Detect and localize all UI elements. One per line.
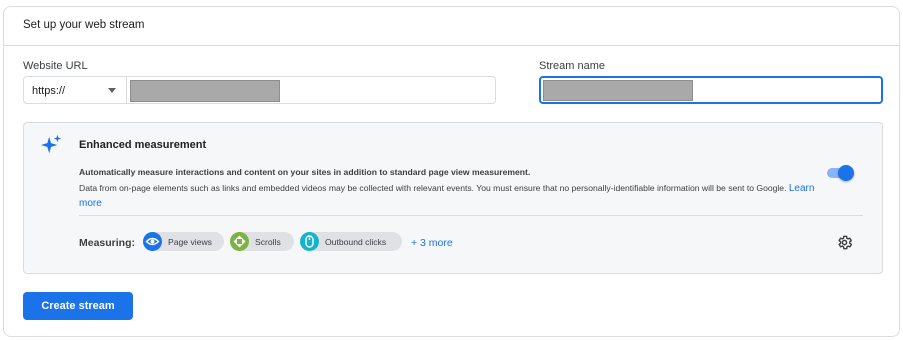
website-url-label: Website URL: [23, 60, 88, 72]
stream-name-value-redacted: [543, 80, 693, 101]
protocol-select[interactable]: https://: [24, 77, 127, 103]
chip-label: Outbound clicks: [325, 237, 387, 247]
card-header: Set up your web stream: [4, 7, 899, 46]
chip-page-views[interactable]: Page views: [143, 232, 224, 251]
eye-icon: [143, 232, 162, 251]
chip-label: Scrolls: [255, 237, 281, 247]
enhanced-measurement-toggle[interactable]: [825, 165, 854, 181]
measuring-label: Measuring:: [79, 237, 136, 249]
enhanced-measurement-panel: Enhanced measurement Automatically measu…: [23, 122, 883, 274]
website-url-input[interactable]: [130, 80, 280, 102]
chip-outbound-clicks[interactable]: Outbound clicks: [300, 232, 402, 251]
create-stream-button[interactable]: Create stream: [23, 292, 133, 320]
scroll-arrows-icon: [230, 232, 249, 251]
enhanced-measurement-title: Enhanced measurement: [79, 139, 207, 151]
description-text: Data from on-page elements such as links…: [79, 183, 787, 193]
protocol-value: https://: [32, 85, 66, 97]
sparkle-icon: [40, 134, 62, 154]
stream-name-label: Stream name: [539, 60, 606, 72]
mouse-icon: [300, 232, 319, 251]
website-url-field: https://: [23, 76, 496, 104]
enhanced-measurement-description: Data from on-page elements such as links…: [79, 181, 829, 211]
more-measurements-link[interactable]: + 3 more: [411, 237, 453, 249]
chip-scrolls[interactable]: Scrolls: [230, 232, 294, 251]
chevron-down-icon: [108, 88, 116, 93]
toggle-thumb: [838, 165, 854, 181]
divider: [79, 215, 863, 216]
enhanced-measurement-summary: Automatically measure interactions and c…: [79, 167, 531, 177]
card-title: Set up your web stream: [23, 19, 145, 31]
chip-label: Page views: [168, 237, 212, 247]
stream-name-input[interactable]: [539, 76, 883, 104]
web-stream-card: Set up your web stream Website URL https…: [3, 6, 900, 337]
gear-icon[interactable]: [836, 234, 853, 251]
